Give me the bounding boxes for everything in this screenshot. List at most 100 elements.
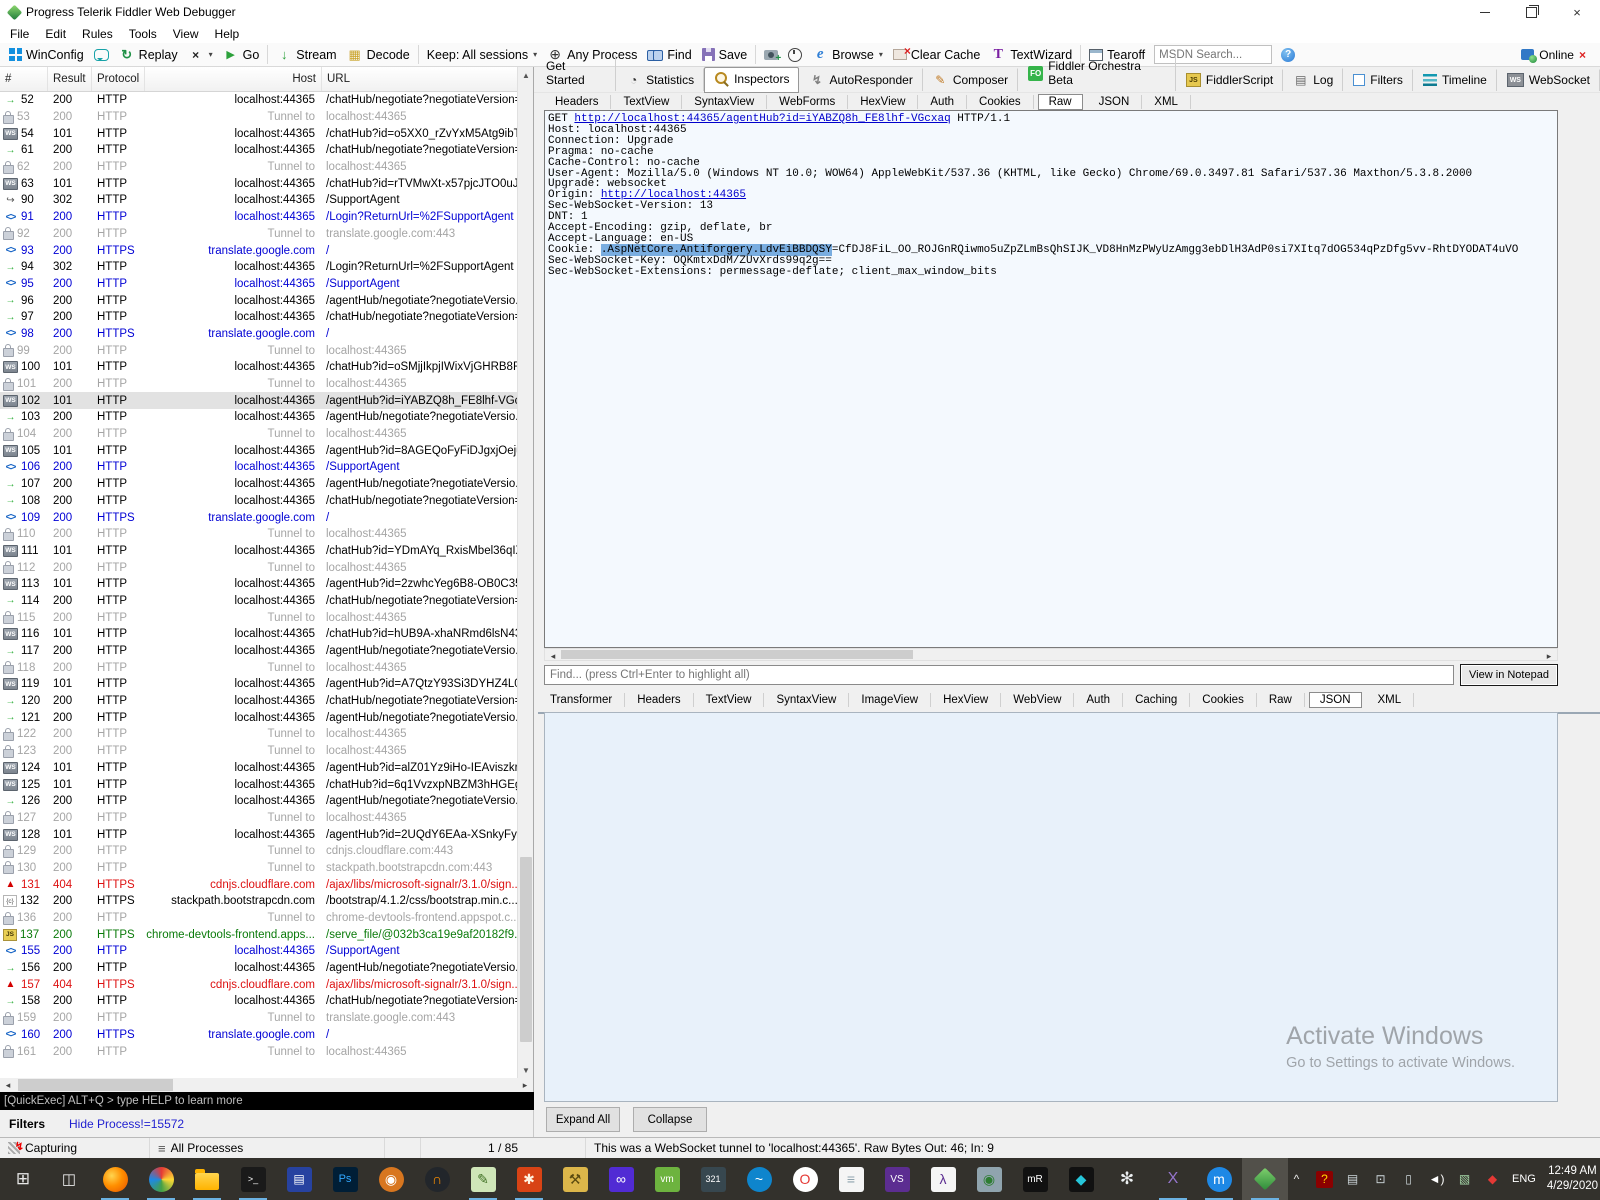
session-row[interactable]: 115 200 HTTP Tunnel to localhost:44365	[0, 609, 517, 626]
session-row[interactable]: → 120 200 HTTP localhost:44365/chatHub/negot…	[0, 693, 518, 710]
session-row[interactable]: 92 200 HTTP Tunnel to translate.google.com:4…	[0, 226, 517, 243]
session-row[interactable]: 159 200 HTTP Tunnel to translate.google.com:…	[0, 1010, 517, 1027]
tab-statistics[interactable]: ◔ Statistics	[616, 68, 705, 91]
session-row[interactable]: <> 106 200 HTTP localhost:44365/SupportAgent	[0, 459, 517, 476]
session-row[interactable]: WS 102 101 HTTP localhost:44365/agentHub?id=…	[0, 392, 517, 410]
photo-tray-icon[interactable]: ▧	[1456, 1171, 1473, 1188]
session-row[interactable]: {c} 132 200 HTTPS stackpath.bootstrapcdn.com…	[0, 893, 517, 910]
clock[interactable]: 12:49 AM 4/29/2020	[1547, 1164, 1598, 1194]
session-row[interactable]: → 158 200 HTTP localhost:44365/chatHub/negot…	[0, 993, 518, 1010]
tab-fiddler-orchestra-beta[interactable]: FO Fiddler Orchestra Beta	[1018, 55, 1176, 91]
amd-icon[interactable]: ◆	[1484, 1171, 1501, 1188]
session-row[interactable]: JS 137 200 HTTPS chrome-devtools-frontend.ap…	[0, 926, 517, 943]
session-row[interactable]: WS 116 101 HTTP localhost:44365/chatHub?id=h…	[0, 626, 517, 643]
toolbar-keep-all-sessions[interactable]: Keep: All sessions ▾	[422, 47, 542, 63]
process-filter[interactable]: ≡ All Processes	[150, 1138, 385, 1158]
session-row[interactable]: ↪ 90 302 HTTP localhost:44365/SupportAgent	[0, 192, 517, 209]
session-row[interactable]: → 121 200 HTTP localhost:44365/agentHub/nego…	[0, 709, 518, 726]
tab-fiddlerscript[interactable]: JS FiddlerScript	[1176, 69, 1284, 91]
session-row[interactable]: → 94 302 HTTP localhost:44365/Login?ReturnUr…	[0, 259, 517, 276]
session-row[interactable]: → 126 200 HTTP localhost:44365/agentHub/nego…	[0, 793, 518, 810]
session-row[interactable]: 99 200 HTTP Tunnel to localhost:44365	[0, 342, 517, 359]
toolbar-save[interactable]: Save	[697, 47, 753, 63]
session-list-hscrollbar[interactable]: ◂ ▸	[0, 1078, 534, 1092]
tab-websocket[interactable]: WS WebSocket	[1497, 69, 1600, 91]
tab-composer[interactable]: ✎ Composer	[923, 68, 1019, 91]
file-explorer-icon[interactable]	[184, 1158, 230, 1200]
response-tab-imageview[interactable]: ImageView	[849, 693, 932, 707]
audio-icon[interactable]: ∩	[414, 1158, 460, 1200]
column-header-url[interactable]: URL	[322, 67, 517, 91]
task-view-button[interactable]: ◫	[46, 1158, 92, 1200]
vscode-icon[interactable]: X	[1150, 1158, 1196, 1200]
response-tab-cookies[interactable]: Cookies	[1190, 693, 1257, 707]
response-tab-raw[interactable]: Raw	[1257, 693, 1305, 707]
session-row[interactable]: 127 200 HTTP Tunnel to localhost:44365	[0, 810, 517, 827]
session-row[interactable]: → 96 200 HTTP localhost:44365/agentHub/negot…	[0, 292, 518, 309]
session-row[interactable]: <> 91 200 HTTP localhost:44365/Login?ReturnU…	[0, 209, 517, 226]
toolbar-decode[interactable]: ▦ Decode	[342, 46, 415, 64]
response-tab-auth[interactable]: Auth	[1074, 693, 1124, 707]
session-row[interactable]: 53 200 HTTP Tunnel to localhost:44365	[0, 109, 517, 126]
session-list-vscrollbar[interactable]: ▲ ▼	[517, 67, 533, 1078]
minimize-button[interactable]	[1462, 0, 1508, 24]
visual-studio-icon[interactable]: VS	[874, 1158, 920, 1200]
scroll-left-icon[interactable]: ◂	[545, 649, 561, 663]
expand-all-button[interactable]: Expand All	[546, 1107, 620, 1132]
response-tab-json[interactable]: JSON	[1308, 692, 1362, 708]
notepad-plus-icon[interactable]: ✎	[460, 1158, 506, 1200]
quickexec-input[interactable]: [QuickExec] ALT+Q > type HELP to learn m…	[0, 1092, 534, 1110]
request-tab-auth[interactable]: Auth	[918, 95, 968, 109]
tab-timeline[interactable]: Timeline	[1413, 69, 1497, 91]
session-row[interactable]: → 117 200 HTTP localhost:44365/agentHub/nego…	[0, 643, 518, 660]
toolbar-screenshot-icon[interactable]	[759, 49, 783, 64]
openoffice-icon[interactable]: ~	[736, 1158, 782, 1200]
response-tab-hexview[interactable]: HexView	[931, 693, 1002, 707]
opera-icon[interactable]: O	[782, 1158, 828, 1200]
scroll-left-icon[interactable]: ◂	[0, 1078, 16, 1092]
session-row[interactable]: WS 119 101 HTTP localhost:44365/agentHub?id=…	[0, 676, 517, 693]
session-row[interactable]: 110 200 HTTP Tunnel to localhost:44365	[0, 526, 517, 543]
toolbar-clear-cache[interactable]: Clear Cache	[888, 44, 985, 63]
session-row[interactable]: WS 111 101 HTTP localhost:44365/chatHub?id=Y…	[0, 543, 517, 560]
request-tab-textview[interactable]: TextView	[611, 95, 683, 109]
menu-rules[interactable]: Rules	[74, 26, 121, 42]
request-tab-raw[interactable]: Raw	[1037, 94, 1083, 110]
response-tab-caching[interactable]: Caching	[1123, 693, 1191, 707]
session-row[interactable]: <> 155 200 HTTP localhost:44365/SupportAgent	[0, 943, 517, 960]
notepad-icon[interactable]: ≡	[828, 1158, 874, 1200]
photoshop-icon[interactable]: Ps	[322, 1158, 368, 1200]
keepass-icon[interactable]: ?	[1316, 1170, 1333, 1188]
session-row[interactable]: WS 128 101 HTTP localhost:44365/agentHub?id=…	[0, 826, 517, 843]
session-row[interactable]: → 103 200 HTTP localhost:44365/agentHub/nego…	[0, 409, 518, 426]
session-row[interactable]: ▲ 157 404 HTTPS cdnjs.cloudflare.com/ajax/li…	[0, 976, 517, 993]
session-row[interactable]: WS 124 101 HTTP localhost:44365/agentHub?id=…	[0, 760, 517, 777]
toolbar-browse[interactable]: e Browse ▾	[807, 46, 888, 64]
network-display-icon[interactable]: ⊡	[1372, 1171, 1389, 1188]
devtools-icon[interactable]: ⚒	[552, 1158, 598, 1200]
toolbar-comment-icon[interactable]	[89, 48, 114, 62]
toolbar-winconfig[interactable]: WinConfig	[4, 47, 89, 63]
menu-view[interactable]: View	[165, 26, 207, 42]
session-row[interactable]: <> 109 200 HTTPS translate.google.com /	[0, 509, 517, 526]
toolbar-help-icon[interactable]: ?	[1276, 47, 1300, 63]
session-row[interactable]: → 107 200 HTTP localhost:44365/agentHub/nego…	[0, 476, 518, 493]
session-row[interactable]: <> 160 200 HTTPS translate.google.com /	[0, 1027, 517, 1044]
session-row[interactable]: WS 113 101 HTTP localhost:44365/agentHub?id=…	[0, 576, 517, 593]
request-tab-cookies[interactable]: Cookies	[967, 95, 1034, 109]
response-tab-xml[interactable]: XML	[1366, 693, 1415, 707]
tab-autoresponder[interactable]: ↯ AutoResponder	[799, 68, 923, 91]
filters-value-link[interactable]: Hide Process!=15572	[69, 1117, 184, 1131]
session-row[interactable]: WS 63 101 HTTP localhost:44365/chatHub?id=rT…	[0, 175, 517, 192]
response-tab-transformer[interactable]: Transformer	[538, 693, 626, 707]
session-row[interactable]: → 97 200 HTTP localhost:44365/chatHub/negoti…	[0, 309, 518, 326]
hscrollbar-thumb[interactable]	[561, 650, 913, 659]
column-header-host[interactable]: Host	[145, 67, 322, 91]
scroll-up-icon[interactable]: ▲	[518, 67, 534, 83]
response-tab-textview[interactable]: TextView	[694, 693, 765, 707]
request-tab-webforms[interactable]: WebForms	[767, 95, 849, 109]
vscrollbar-thumb[interactable]	[520, 857, 532, 1042]
toolbar-timer-icon[interactable]	[783, 47, 807, 63]
request-tab-hexview[interactable]: HexView	[848, 95, 919, 109]
session-row[interactable]: 112 200 HTTP Tunnel to localhost:44365	[0, 559, 517, 576]
